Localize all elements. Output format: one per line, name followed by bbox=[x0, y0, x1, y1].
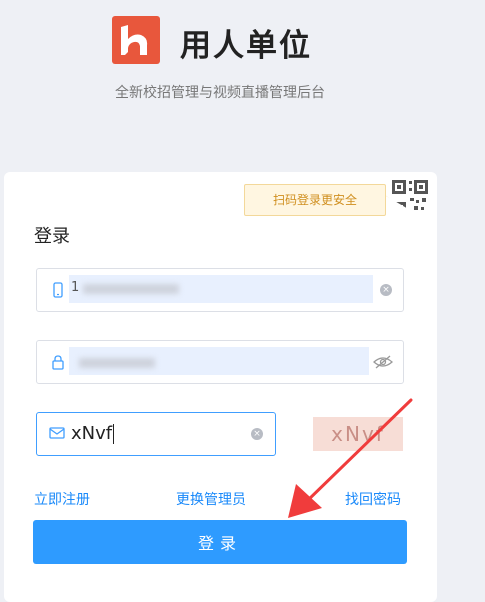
eye-hidden-icon[interactable] bbox=[373, 355, 393, 369]
captcha-field[interactable]: xNvf × bbox=[36, 412, 276, 456]
phone-icon bbox=[53, 282, 63, 298]
login-card: 扫码登录更安全 登录 1 × xNvf × xNvf 立即注册 更换管理员 找回… bbox=[4, 172, 437, 602]
forgot-password-link[interactable]: 找回密码 bbox=[345, 489, 401, 509]
brand-title: 用人单位 bbox=[180, 28, 312, 64]
captcha-image[interactable]: xNvf bbox=[313, 417, 403, 451]
captcha-input[interactable]: xNvf bbox=[71, 423, 115, 444]
qr-code-icon bbox=[386, 180, 434, 224]
login-button[interactable]: 登录 bbox=[33, 520, 407, 564]
clear-phone-icon[interactable]: × bbox=[380, 284, 392, 296]
register-link[interactable]: 立即注册 bbox=[34, 489, 90, 509]
password-field[interactable] bbox=[36, 340, 404, 384]
change-admin-link[interactable]: 更换管理员 bbox=[176, 489, 246, 509]
password-autofill bbox=[69, 347, 369, 375]
phone-field[interactable]: 1 × bbox=[36, 268, 404, 312]
clear-captcha-icon[interactable]: × bbox=[251, 428, 263, 440]
captcha-value: xNvf bbox=[71, 423, 113, 444]
page-subtitle: 全新校招管理与视频直播管理后台 bbox=[115, 85, 325, 101]
phone-value: 1 bbox=[71, 280, 80, 295]
qr-login-tip: 扫码登录更安全 bbox=[244, 184, 392, 216]
login-title: 登录 bbox=[34, 226, 70, 247]
mail-icon bbox=[49, 427, 65, 439]
phone-autofill: 1 bbox=[69, 275, 373, 303]
brand-header: 用人单位 bbox=[112, 16, 372, 68]
qr-code-toggle[interactable] bbox=[386, 176, 434, 224]
logo-icon bbox=[112, 16, 160, 64]
lock-icon bbox=[52, 355, 64, 370]
